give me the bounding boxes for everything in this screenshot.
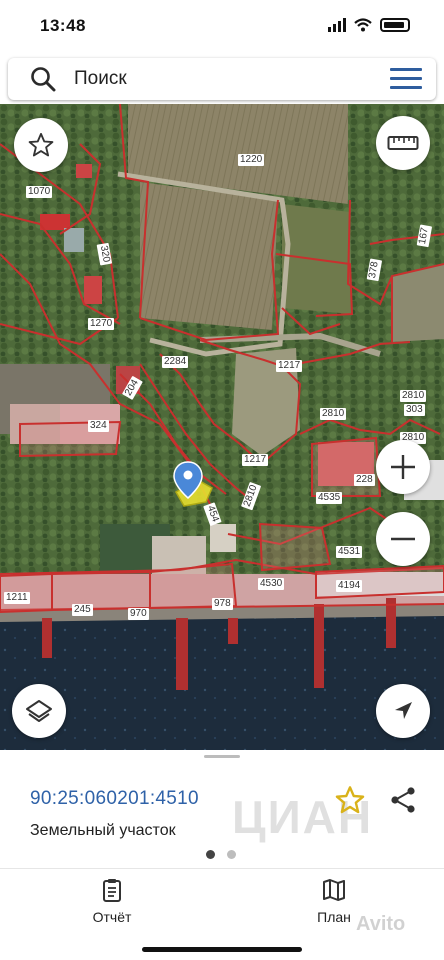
zoom-out-button[interactable] xyxy=(376,512,430,566)
tab-plan-label: План xyxy=(317,909,351,925)
parcel-type: Земельный участок xyxy=(30,822,176,839)
page-dot-active[interactable] xyxy=(206,850,215,859)
search-bar[interactable]: Поиск xyxy=(8,58,436,100)
search-label[interactable]: Поиск xyxy=(74,68,127,90)
share-icon[interactable] xyxy=(388,786,418,814)
star-icon xyxy=(28,132,54,157)
battery-icon xyxy=(380,18,410,32)
star-icon[interactable] xyxy=(334,784,366,816)
minus-icon xyxy=(391,537,415,541)
parcel-label: 4530 xyxy=(258,578,285,590)
parcel-label: 1270 xyxy=(88,318,115,330)
parcel-label: 1217 xyxy=(276,360,303,372)
ruler-icon xyxy=(387,136,419,150)
parcel-label: 245 xyxy=(72,604,93,616)
favorite-map-button[interactable] xyxy=(14,118,68,172)
plus-icon xyxy=(391,455,415,479)
wifi-icon xyxy=(354,18,372,32)
tab-report-label: Отчёт xyxy=(92,909,132,925)
menu-icon[interactable] xyxy=(390,68,422,90)
map-icon xyxy=(323,879,345,901)
parcel-label: 1211 xyxy=(4,592,30,604)
parcel-label: 2284 xyxy=(162,356,189,368)
tab-plan[interactable]: План xyxy=(264,869,404,949)
layers-button[interactable] xyxy=(12,684,66,738)
status-bar: 13:48 xyxy=(0,0,444,54)
parcel-label: 4194 xyxy=(336,580,363,592)
clipboard-icon xyxy=(103,879,121,902)
parcel-label: 4535 xyxy=(316,492,343,504)
cadastral-number[interactable]: 90:25:060201:4510 xyxy=(30,788,199,810)
avito-watermark: Avito xyxy=(356,913,406,935)
parcel-label: 2810 xyxy=(320,408,347,420)
map-imagery xyxy=(0,104,444,750)
parcel-label: 1217 xyxy=(242,454,269,466)
parcel-label: 303 xyxy=(404,404,425,416)
cellular-signal-icon xyxy=(328,18,346,32)
parcel-label: 228 xyxy=(354,474,375,486)
status-icons xyxy=(328,18,410,32)
parcel-label: 1070 xyxy=(26,186,53,198)
map-view[interactable]: 1220 1070 320 1270 2284 1217 204 324 121… xyxy=(0,104,444,750)
status-time: 13:48 xyxy=(40,16,86,35)
parcel-label: 978 xyxy=(212,598,233,610)
ruler-button[interactable] xyxy=(376,116,430,170)
parcel-info-sheet: ЦИАН 90:25:060201:4510 Земельный участок… xyxy=(0,750,444,960)
page-dots xyxy=(206,850,236,859)
parcel-label: 970 xyxy=(128,608,149,620)
sheet-grabber[interactable] xyxy=(204,755,240,758)
page-dot[interactable] xyxy=(227,850,236,859)
parcel-label: 324 xyxy=(88,420,109,432)
bottom-tab-bar: Отчёт План Avito xyxy=(0,868,444,960)
zoom-in-button[interactable] xyxy=(376,440,430,494)
home-indicator xyxy=(142,947,302,952)
parcel-label: 4531 xyxy=(336,546,363,558)
parcel-label: 2810 xyxy=(400,390,427,402)
search-icon[interactable] xyxy=(30,66,56,92)
layers-icon xyxy=(26,700,52,722)
tab-report[interactable]: Отчёт xyxy=(42,869,182,949)
locate-button[interactable] xyxy=(376,684,430,738)
navigation-arrow-icon xyxy=(395,702,412,719)
parcel-label: 1220 xyxy=(238,154,265,166)
